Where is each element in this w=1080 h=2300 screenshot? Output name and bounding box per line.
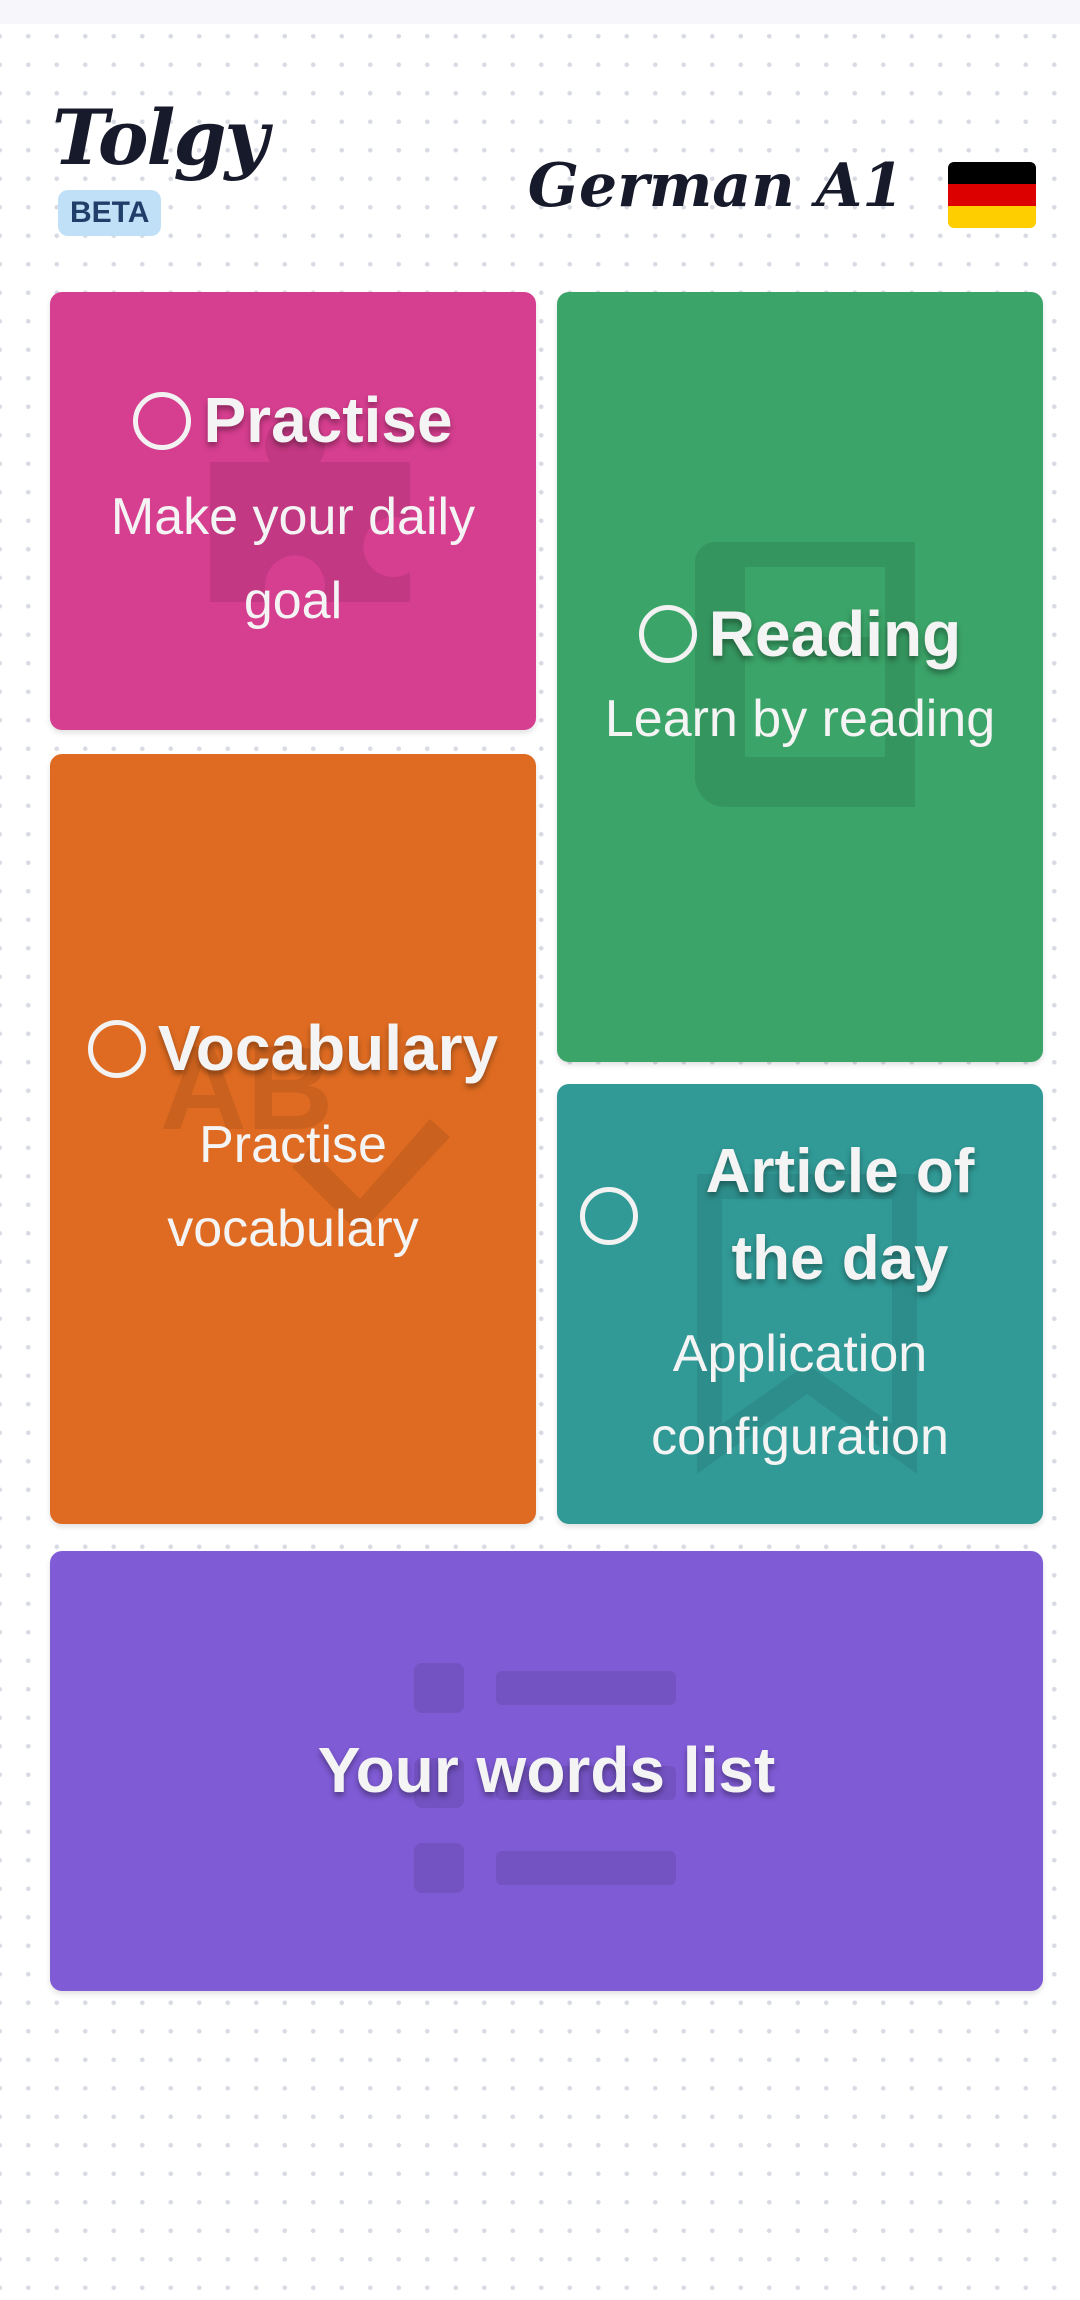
- status-bar: [0, 0, 1080, 24]
- article-status-circle: [580, 1186, 638, 1245]
- app-logo: Tolgy: [52, 93, 269, 182]
- practise-subtitle: Make your daily goal: [110, 488, 476, 630]
- vocabulary-title: Vocabulary: [157, 1012, 499, 1085]
- course-selector[interactable]: German A1: [528, 156, 904, 216]
- words-list-card[interactable]: Your words list: [50, 1551, 1043, 1991]
- practise-status-circle: [133, 391, 192, 450]
- beta-badge: BETA: [58, 190, 162, 236]
- flag-stripe-gold: [948, 206, 1036, 228]
- reading-card[interactable]: Reading Learn by reading: [557, 292, 1043, 1062]
- reading-subtitle: Learn by reading: [604, 690, 996, 748]
- article-of-the-day-card[interactable]: Article of the day Application configura…: [557, 1084, 1043, 1524]
- vocabulary-card[interactable]: AB Vocabulary Practise vocabulary: [50, 754, 536, 1524]
- germany-flag-icon[interactable]: [948, 162, 1036, 228]
- vocabulary-status-circle: [87, 1019, 146, 1078]
- practise-title: Practise: [203, 384, 453, 457]
- reading-status-circle: [638, 605, 697, 664]
- app-header: Tolgy BETA German A1: [0, 24, 1080, 274]
- reading-title: Reading: [708, 597, 962, 670]
- flag-stripe-black: [948, 162, 1036, 184]
- vocabulary-subtitle: Practise vocabulary: [167, 1116, 419, 1258]
- article-subtitle: Application configuration: [651, 1324, 949, 1466]
- flag-stripe-red: [948, 184, 1036, 206]
- practise-card[interactable]: Practise Make your daily goal: [50, 292, 536, 730]
- article-title: Article of the day: [705, 1137, 975, 1293]
- words-list-title: Your words list: [317, 1734, 776, 1807]
